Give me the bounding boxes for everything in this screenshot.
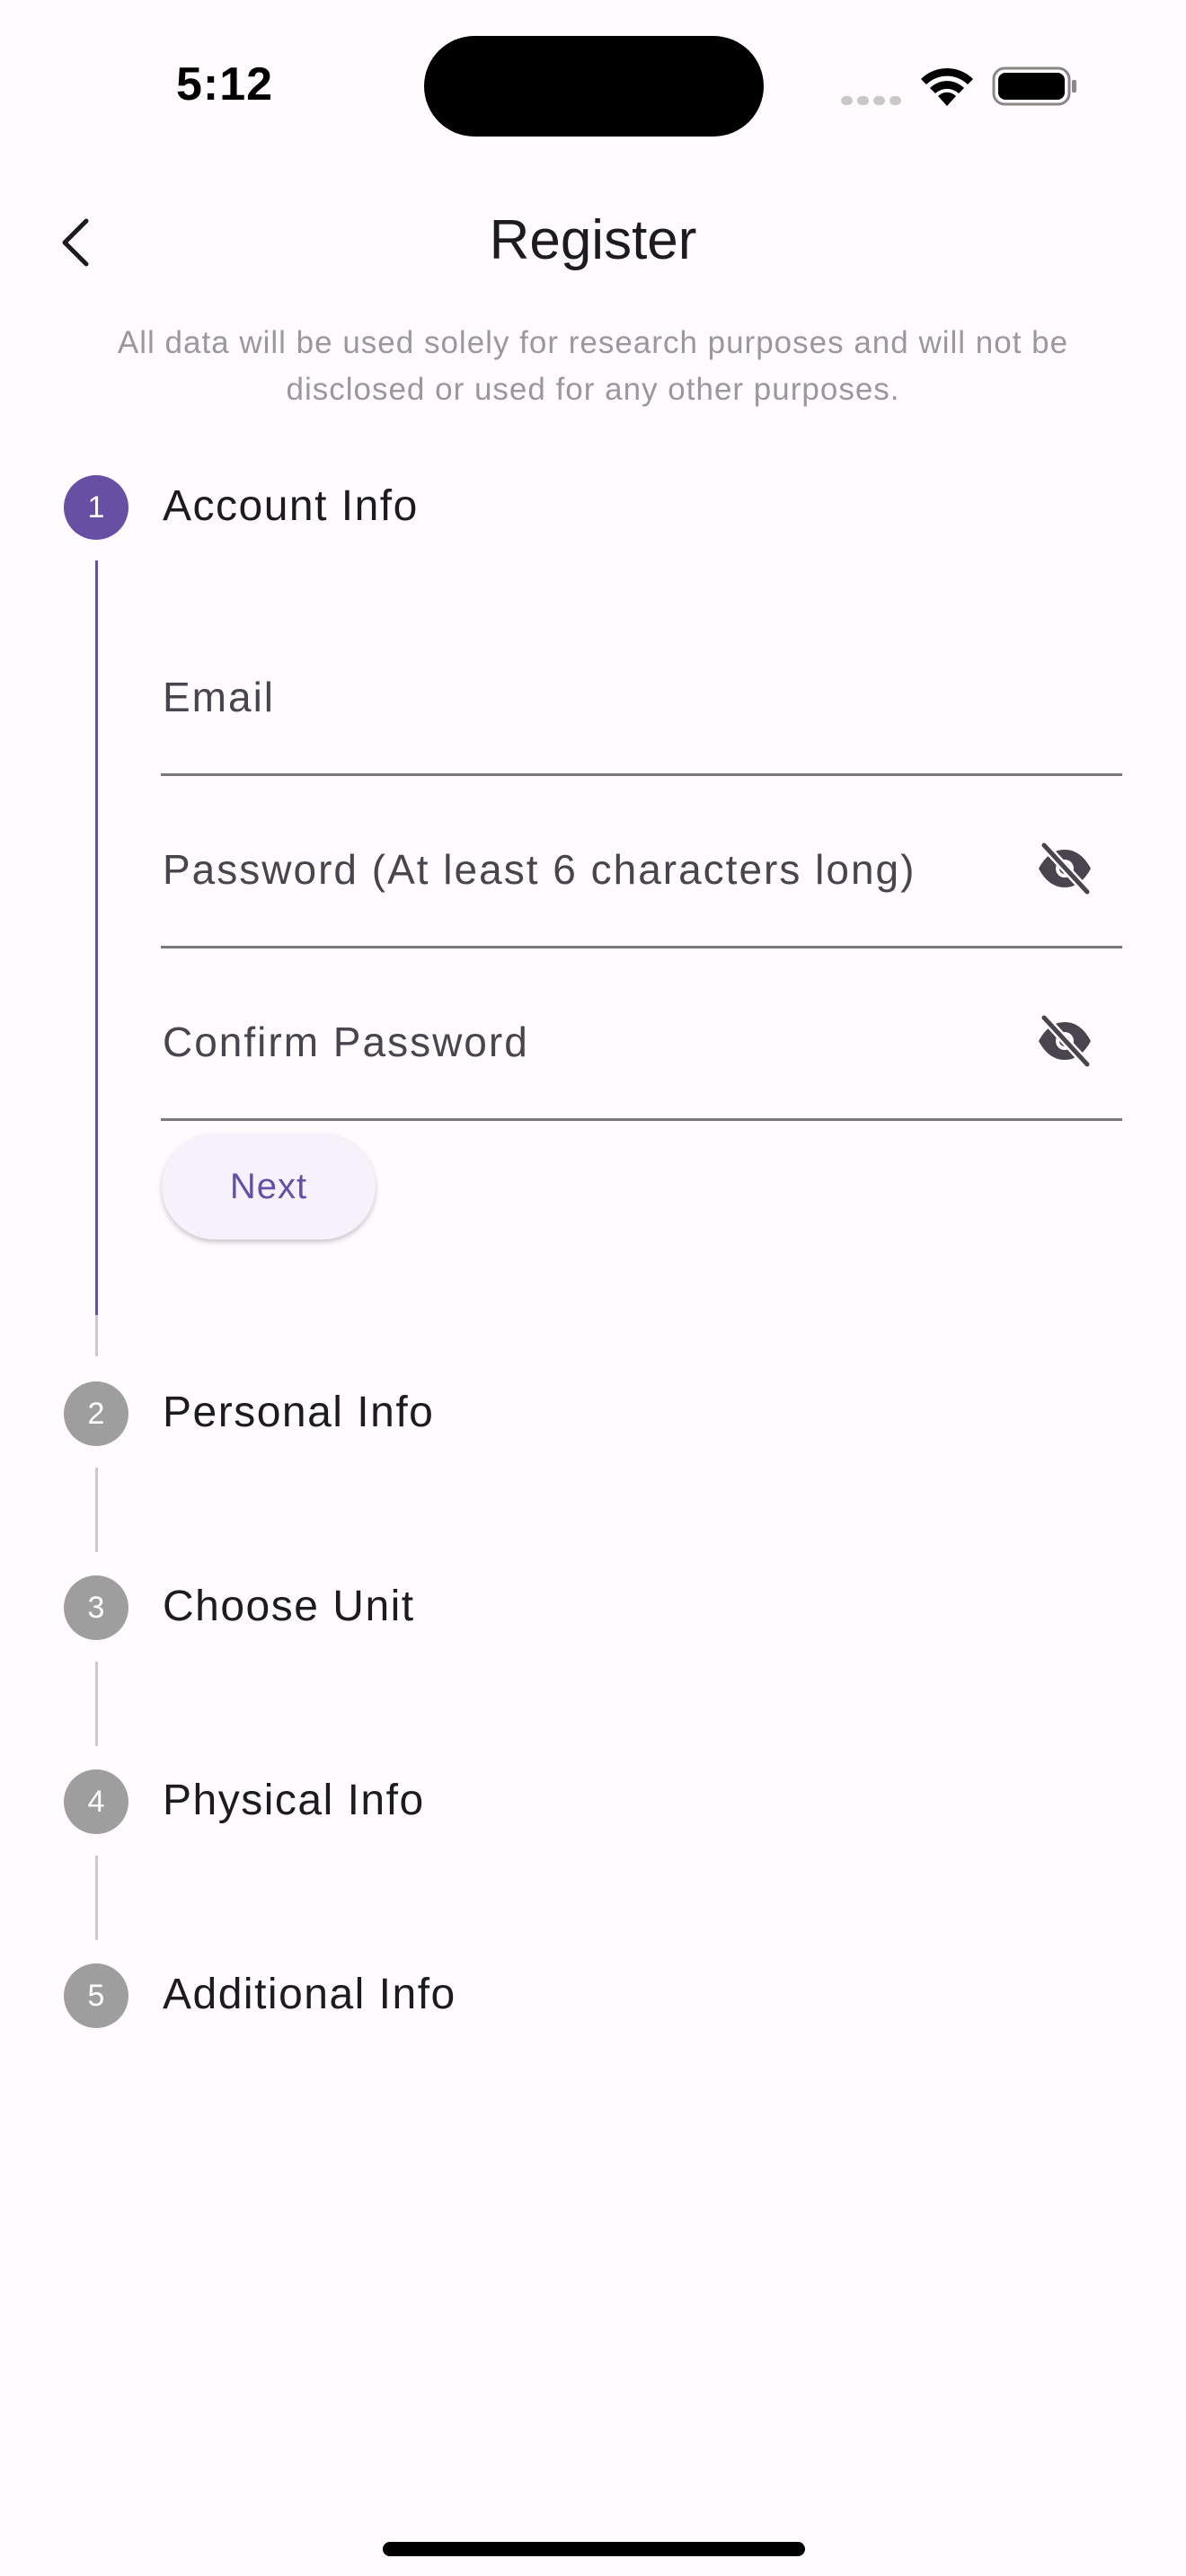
- register-screen: 5:12 Register All data will be used sole…: [0, 0, 1186, 2576]
- step-2-title[interactable]: Personal Info: [163, 1388, 434, 1437]
- password-visibility-toggle[interactable]: [1034, 838, 1095, 899]
- step-1-connector: [95, 560, 98, 1315]
- wifi-icon: [921, 67, 973, 106]
- step-number: 1: [87, 490, 105, 525]
- step-number: 3: [87, 1590, 105, 1625]
- step-1-connector-tail: [95, 1315, 98, 1356]
- step-4-indicator[interactable]: 4: [64, 1769, 128, 1834]
- step-1-indicator[interactable]: 1: [64, 475, 128, 540]
- eye-off-icon: [1039, 842, 1092, 895]
- step-number: 5: [87, 1978, 105, 2013]
- dynamic-island: [424, 36, 764, 137]
- cellular-signal-icon: [841, 93, 906, 110]
- step-2-connector: [95, 1468, 98, 1552]
- battery-icon: [992, 66, 1076, 106]
- step-number: 2: [87, 1396, 105, 1431]
- password-field[interactable]: Password (At least 6 characters long): [161, 776, 1122, 948]
- step-number: 4: [87, 1784, 105, 1819]
- home-indicator[interactable]: [383, 2542, 805, 2556]
- step-3-indicator[interactable]: 3: [64, 1575, 128, 1640]
- password-placeholder: Password (At least 6 characters long): [163, 846, 916, 893]
- step-4-title[interactable]: Physical Info: [163, 1776, 425, 1825]
- step-1-title[interactable]: Account Info: [163, 481, 419, 531]
- step-5-indicator[interactable]: 5: [64, 1963, 128, 2028]
- status-time: 5:12: [176, 58, 274, 110]
- email-field[interactable]: Email: [161, 604, 1122, 776]
- page-title: Register: [489, 209, 697, 271]
- step-4-connector: [95, 1856, 98, 1940]
- confirm-password-placeholder: Confirm Password: [163, 1019, 529, 1065]
- step-3-connector: [95, 1662, 98, 1746]
- confirm-password-visibility-toggle[interactable]: [1034, 1010, 1095, 1072]
- confirm-password-field[interactable]: Confirm Password: [161, 948, 1122, 1121]
- step-3-title[interactable]: Choose Unit: [163, 1582, 415, 1631]
- next-button[interactable]: Next: [162, 1134, 376, 1239]
- email-placeholder: Email: [163, 674, 276, 720]
- privacy-disclaimer: All data will be used solely for researc…: [117, 325, 1069, 407]
- step-5-title[interactable]: Additional Info: [163, 1970, 456, 2019]
- step-2-indicator[interactable]: 2: [64, 1381, 128, 1446]
- eye-off-icon: [1039, 1014, 1092, 1068]
